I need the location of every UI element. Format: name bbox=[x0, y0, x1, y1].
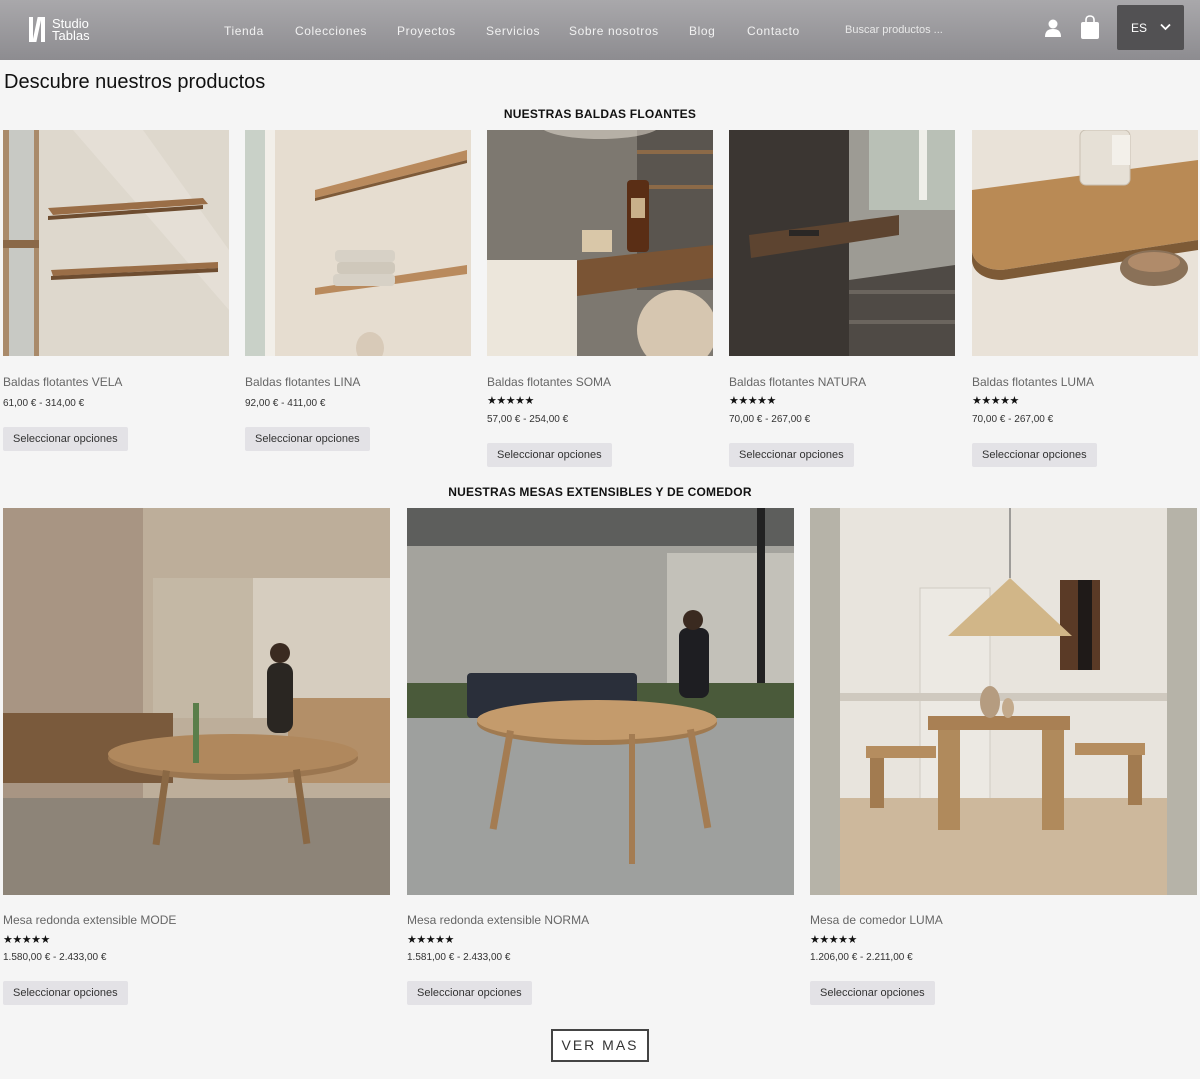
product-price: 57,00 € - 254,00 € bbox=[487, 414, 569, 425]
product-image-luma-shelf[interactable] bbox=[972, 130, 1198, 356]
select-options-button[interactable]: Seleccionar opciones bbox=[972, 443, 1097, 467]
select-options-button[interactable]: Seleccionar opciones bbox=[3, 427, 128, 451]
nav-servicios[interactable]: Servicios bbox=[486, 24, 540, 38]
product-name[interactable]: Mesa de comedor LUMA bbox=[810, 913, 943, 927]
product-price: 70,00 € - 267,00 € bbox=[729, 414, 811, 425]
product-price: 61,00 € - 314,00 € bbox=[3, 398, 85, 409]
nav-blog[interactable]: Blog bbox=[689, 24, 715, 38]
shopping-bag-icon[interactable] bbox=[1081, 15, 1099, 39]
product-card-natura: Baldas flotantes NATURA ★★★★★ 70,00 € - … bbox=[729, 130, 955, 470]
logo-mark-icon bbox=[29, 17, 49, 42]
product-name[interactable]: Baldas flotantes NATURA bbox=[729, 375, 866, 389]
select-options-button[interactable]: Seleccionar opciones bbox=[3, 981, 128, 1005]
product-card-soma: Baldas flotantes SOMA ★★★★★ 57,00 € - 25… bbox=[487, 130, 713, 470]
site-header: Studio Tablas Tienda Colecciones Proyect… bbox=[0, 0, 1200, 60]
product-image-vela[interactable] bbox=[3, 130, 229, 356]
shelves-section-title: NUESTRAS BALDAS FLOANTES bbox=[503, 107, 697, 121]
product-image-lina[interactable] bbox=[245, 130, 471, 356]
product-price: 92,00 € - 411,00 € bbox=[245, 398, 326, 409]
product-name[interactable]: Baldas flotantes SOMA bbox=[487, 375, 611, 389]
product-card-mode: Mesa redonda extensible MODE ★★★★★ 1.580… bbox=[3, 508, 390, 1008]
select-options-button[interactable]: Seleccionar opciones bbox=[407, 981, 532, 1005]
see-more-button[interactable]: VER MAS bbox=[551, 1029, 649, 1062]
nav-proyectos[interactable]: Proyectos bbox=[397, 24, 456, 38]
product-image-norma[interactable] bbox=[407, 508, 794, 895]
product-name[interactable]: Baldas flotantes LINA bbox=[245, 375, 360, 389]
product-name[interactable]: Mesa redonda extensible MODE bbox=[3, 913, 176, 927]
select-options-button[interactable]: Seleccionar opciones bbox=[810, 981, 935, 1005]
logo-line2: Tablas bbox=[52, 27, 90, 43]
product-card-luma-shelf: Baldas flotantes LUMA ★★★★★ 70,00 € - 26… bbox=[972, 130, 1198, 470]
product-price: 1.206,00 € - 2.211,00 € bbox=[810, 952, 913, 963]
product-image-luma-table[interactable] bbox=[810, 508, 1197, 895]
user-icon[interactable] bbox=[1045, 18, 1061, 38]
rating-stars: ★★★★★ bbox=[407, 934, 454, 946]
page-title: Descubre nuestros productos bbox=[4, 71, 266, 93]
tables-section-title: NUESTRAS MESAS EXTENSIBLES Y DE COMEDOR bbox=[448, 485, 752, 499]
product-price: 1.581,00 € - 2.433,00 € bbox=[407, 952, 511, 963]
product-image-soma[interactable] bbox=[487, 130, 713, 356]
product-card-luma-table: Mesa de comedor LUMA ★★★★★ 1.206,00 € - … bbox=[810, 508, 1197, 1008]
rating-stars: ★★★★★ bbox=[810, 934, 857, 946]
search-input[interactable]: Buscar productos ... bbox=[845, 24, 943, 36]
product-name[interactable]: Mesa redonda extensible NORMA bbox=[407, 913, 589, 927]
language-selector[interactable]: ES bbox=[1117, 5, 1184, 50]
rating-stars: ★★★★★ bbox=[729, 395, 776, 407]
language-label: ES bbox=[1131, 21, 1148, 35]
product-card-vela: Baldas flotantes VELA 61,00 € - 314,00 €… bbox=[3, 130, 229, 460]
select-options-button[interactable]: Seleccionar opciones bbox=[245, 427, 370, 451]
product-price: 70,00 € - 267,00 € bbox=[972, 414, 1054, 425]
rating-stars: ★★★★★ bbox=[972, 395, 1019, 407]
chevron-down-icon bbox=[1160, 23, 1171, 31]
select-options-button[interactable]: Seleccionar opciones bbox=[487, 443, 612, 467]
nav-colecciones[interactable]: Colecciones bbox=[295, 24, 367, 38]
rating-stars: ★★★★★ bbox=[487, 395, 534, 407]
product-image-mode[interactable] bbox=[3, 508, 390, 895]
select-options-button[interactable]: Seleccionar opciones bbox=[729, 443, 854, 467]
product-image-natura[interactable] bbox=[729, 130, 955, 356]
product-card-lina: Baldas flotantes LINA 92,00 € - 411,00 €… bbox=[245, 130, 471, 460]
product-name[interactable]: Baldas flotantes VELA bbox=[3, 375, 122, 389]
product-price: 1.580,00 € - 2.433,00 € bbox=[3, 952, 107, 963]
nav-sobre-nosotros[interactable]: Sobre nosotros bbox=[569, 24, 659, 38]
nav-contacto[interactable]: Contacto bbox=[747, 24, 800, 38]
product-card-norma: Mesa redonda extensible NORMA ★★★★★ 1.58… bbox=[407, 508, 794, 1008]
rating-stars: ★★★★★ bbox=[3, 934, 50, 946]
logo[interactable]: Studio Tablas bbox=[29, 17, 90, 42]
product-name[interactable]: Baldas flotantes LUMA bbox=[972, 375, 1094, 389]
nav-tienda[interactable]: Tienda bbox=[224, 24, 264, 38]
